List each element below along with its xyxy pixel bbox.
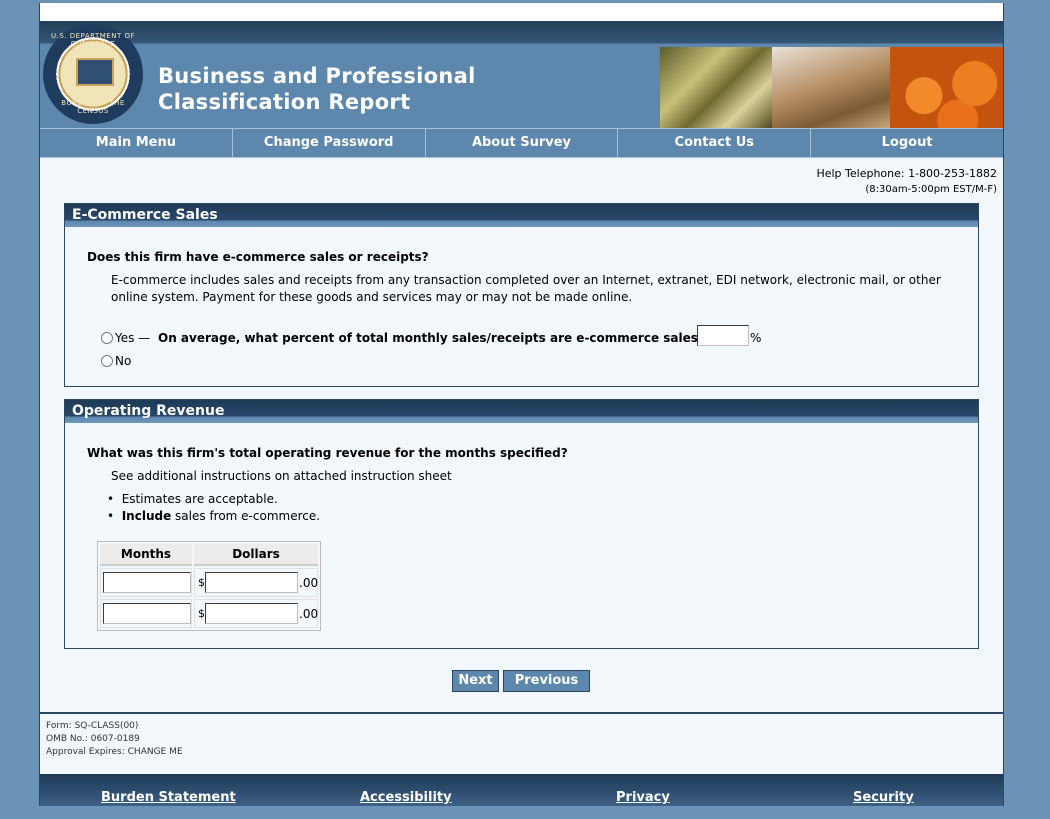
bullet-icon: •	[107, 492, 122, 506]
page-frame: U.S. DEPARTMENT OF COMMERCE BUREAU OF TH…	[39, 3, 1004, 806]
main-nav: Main Menu Change Password About Survey C…	[40, 128, 1003, 158]
help-hours: (8:30am-5:00pm EST/M-F)	[865, 184, 997, 195]
census-seal-logo: U.S. DEPARTMENT OF COMMERCE BUREAU OF TH…	[43, 24, 143, 124]
form-id: Form: SQ-CLASS(00)	[46, 721, 139, 731]
nav-change-password[interactable]: Change Password	[233, 129, 426, 157]
footer-bar: Burden Statement Accessibility Privacy S…	[40, 774, 1003, 806]
help-info: Help Telephone: 1-800-253-1882 (8:30am-5…	[816, 166, 997, 198]
nav-contact-us[interactable]: Contact Us	[618, 129, 812, 157]
bullet-include-bold: Include	[121, 509, 172, 523]
table-header-row: Months Dollars	[100, 544, 318, 566]
col-months: Months	[100, 544, 192, 566]
page-title: Business and Professional Classification…	[158, 63, 476, 115]
nav-about-survey[interactable]: About Survey	[426, 129, 619, 157]
footer-separator	[40, 712, 1003, 714]
header-banner: U.S. DEPARTMENT OF COMMERCE BUREAU OF TH…	[40, 21, 1003, 128]
approval-expires: Approval Expires: CHANGE ME	[46, 747, 183, 757]
months-cell	[100, 599, 192, 628]
dollars-input[interactable]	[205, 603, 298, 624]
dollars-input[interactable]	[205, 572, 298, 593]
form-metadata: Form: SQ-CLASS(00) OMB No.: 0607-0189 Ap…	[46, 720, 183, 759]
col-dollars: Dollars	[194, 544, 318, 566]
revenue-question: What was this firm's total operating rev…	[87, 446, 568, 460]
footer-privacy-link[interactable]: Privacy	[616, 790, 670, 805]
footer-burden-statement-link[interactable]: Burden Statement	[101, 790, 236, 805]
footer-security-link[interactable]: Security	[853, 790, 914, 805]
revenue-panel: Operating Revenue What was this firm's t…	[64, 399, 979, 649]
help-telephone: Help Telephone: 1-800-253-1882	[816, 167, 997, 180]
percent-sign: %	[750, 331, 762, 345]
month-input[interactable]	[103, 603, 191, 624]
seal-text-top: U.S. DEPARTMENT OF COMMERCE	[51, 32, 135, 48]
bullet-include-text: sales from e-commerce.	[171, 509, 321, 523]
oranges-photo	[890, 47, 1003, 128]
title-line-1: Business and Professional	[158, 64, 476, 88]
seal-text-bottom: BUREAU OF THE CENSUS	[61, 99, 125, 115]
title-line-2: Classification Report	[158, 90, 411, 114]
ecommerce-question: Does this firm have e-commerce sales or …	[87, 250, 429, 264]
nav-logout[interactable]: Logout	[811, 129, 1003, 157]
dollars-cell: $ .00	[194, 599, 318, 628]
ecommerce-definition: E-commerce includes sales and receipts f…	[111, 273, 941, 304]
bullet-estimates-text: Estimates are acceptable.	[121, 492, 278, 506]
month-input[interactable]	[103, 572, 191, 593]
bullet-estimates: • Estimates are acceptable.	[107, 491, 278, 508]
ecommerce-percent-input[interactable]	[697, 325, 749, 346]
previous-button[interactable]: Previous	[503, 670, 590, 692]
no-radio[interactable]	[101, 355, 113, 367]
header-photos	[660, 47, 1003, 128]
gears-photo	[660, 47, 772, 128]
nav-main-menu[interactable]: Main Menu	[40, 129, 233, 157]
top-strip	[40, 3, 1003, 21]
boxes-photo	[772, 47, 890, 128]
cents-suffix: .00	[299, 576, 319, 590]
bullet-include: • Include sales from e-commerce.	[107, 508, 320, 525]
ecommerce-panel: E-Commerce Sales Does this firm have e-c…	[64, 203, 979, 387]
omb-number: OMB No.: 0607-0189	[46, 734, 140, 744]
yes-label: Yes —	[115, 331, 151, 345]
book-icon	[76, 58, 114, 86]
dollars-cell: $ .00	[194, 568, 318, 597]
currency-sign: $	[198, 576, 205, 589]
next-button[interactable]: Next	[452, 670, 499, 692]
yes-radio[interactable]	[101, 332, 113, 344]
revenue-header: Operating Revenue	[65, 400, 978, 423]
cents-suffix: .00	[299, 607, 319, 621]
ecommerce-header: E-Commerce Sales	[65, 204, 978, 227]
table-row: $ .00	[100, 599, 318, 628]
currency-sign: $	[198, 607, 205, 620]
revenue-instructions: See additional instructions on attached …	[111, 469, 452, 483]
months-cell	[100, 568, 192, 597]
no-label: No	[115, 354, 132, 368]
footer-accessibility-link[interactable]: Accessibility	[360, 790, 452, 805]
revenue-table: Months Dollars $ .00 $ .00	[97, 541, 321, 631]
bullet-icon: •	[107, 509, 122, 523]
ecommerce-percent-question: On average, what percent of total monthl…	[158, 331, 705, 345]
table-row: $ .00	[100, 568, 318, 597]
